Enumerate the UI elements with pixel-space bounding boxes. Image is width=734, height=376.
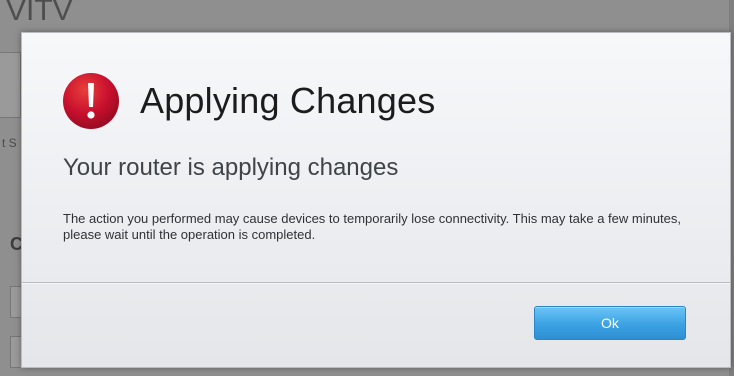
background-page-title: VITV bbox=[6, 0, 73, 27]
dialog-subtitle: Your router is applying changes bbox=[63, 154, 399, 181]
dialog-message: The action you performed may cause devic… bbox=[63, 211, 682, 242]
applying-changes-dialog: Applying Changes Your router is applying… bbox=[21, 32, 731, 368]
background-panel bbox=[0, 52, 21, 118]
dialog-divider bbox=[22, 282, 730, 283]
dialog-title: Applying Changes bbox=[140, 80, 436, 121]
ok-button[interactable]: Ok bbox=[534, 306, 686, 340]
dialog-header: Applying Changes bbox=[62, 71, 435, 131]
background-text-fragment: t S bbox=[2, 136, 17, 150]
alert-exclamation-icon bbox=[63, 73, 119, 129]
